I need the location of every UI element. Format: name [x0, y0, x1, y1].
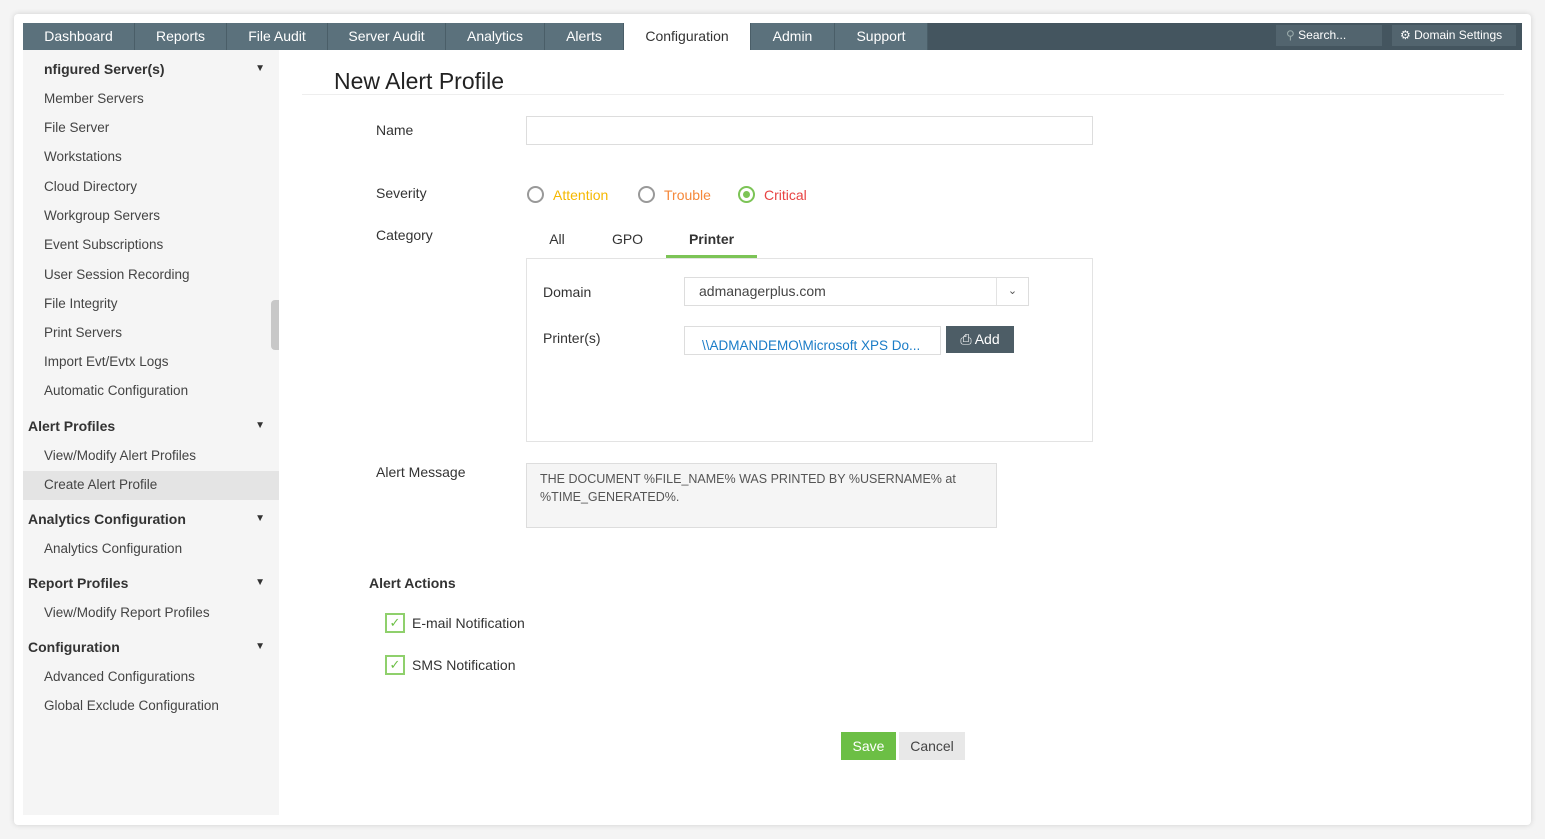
- page-title: New Alert Profile: [334, 68, 505, 94]
- tab-support[interactable]: Support: [835, 23, 928, 50]
- sidebar-item-print-servers[interactable]: Print Servers: [23, 319, 279, 347]
- sidebar-section-configured-servers[interactable]: nfigured Server(s) ▼: [23, 55, 279, 83]
- domain-settings-label: Domain Settings: [1414, 28, 1503, 42]
- gear-icon: ⚙: [1400, 28, 1411, 42]
- section-label: Analytics Configuration: [28, 511, 186, 527]
- caret-down-icon: ▼: [255, 513, 265, 524]
- sidebar-item-automatic-configuration[interactable]: Automatic Configuration: [23, 377, 279, 405]
- printer-chip[interactable]: \\ADMANDEMO\Microsoft XPS Do...: [684, 326, 941, 355]
- sidebar-item-analytics-configuration[interactable]: Analytics Configuration: [23, 535, 279, 563]
- section-label: Configuration: [28, 639, 120, 655]
- caret-down-icon: ▼: [255, 63, 265, 74]
- tab-configuration[interactable]: Configuration: [624, 23, 751, 50]
- tab-file-audit[interactable]: File Audit: [227, 23, 328, 50]
- section-label: Report Profiles: [28, 575, 129, 591]
- sidebar-item-event-subscriptions[interactable]: Event Subscriptions: [23, 231, 279, 259]
- sidebar-item-user-session-recording[interactable]: User Session Recording: [23, 261, 279, 289]
- printers-label: Printer(s): [543, 330, 601, 346]
- sidebar-item-advanced-configurations[interactable]: Advanced Configurations: [23, 663, 279, 691]
- sidebar-item-view-alert-profiles[interactable]: View/Modify Alert Profiles: [23, 442, 279, 470]
- cancel-button[interactable]: Cancel: [899, 732, 965, 760]
- tab-admin[interactable]: Admin: [751, 23, 835, 50]
- sidebar: nfigured Server(s) ▼ Member Servers File …: [23, 50, 279, 815]
- domain-settings-button[interactable]: ⚙ Domain Settings: [1392, 25, 1516, 46]
- save-button[interactable]: Save: [841, 732, 896, 760]
- sidebar-section-analytics-configuration[interactable]: Analytics Configuration ▼: [23, 505, 279, 533]
- severity-critical-radio[interactable]: Critical: [738, 186, 807, 203]
- caret-down-icon: ▼: [255, 577, 265, 588]
- severity-label: Severity: [376, 185, 427, 201]
- sidebar-item-cloud-directory[interactable]: Cloud Directory: [23, 173, 279, 201]
- search-input[interactable]: ⚲ Search...: [1276, 25, 1382, 46]
- sms-notification-checkbox[interactable]: ✓: [385, 655, 405, 675]
- severity-trouble-radio[interactable]: Trouble: [638, 186, 711, 203]
- sidebar-item-global-exclude[interactable]: Global Exclude Configuration: [23, 692, 279, 720]
- category-tab-all[interactable]: All: [532, 226, 582, 258]
- add-label: Add: [974, 331, 1000, 347]
- sms-notification-label: SMS Notification: [412, 657, 516, 673]
- tab-reports[interactable]: Reports: [135, 23, 227, 50]
- sidebar-item-view-report-profiles[interactable]: View/Modify Report Profiles: [23, 599, 279, 627]
- top-nav: Dashboard Reports File Audit Server Audi…: [23, 23, 1522, 50]
- tab-analytics[interactable]: Analytics: [446, 23, 545, 50]
- sidebar-section-configuration[interactable]: Configuration ▼: [23, 633, 279, 661]
- search-icon: ⚲: [1286, 28, 1295, 42]
- category-label: Category: [376, 227, 433, 243]
- tab-alerts[interactable]: Alerts: [545, 23, 624, 50]
- chevron-down-icon[interactable]: ⌄: [996, 278, 1028, 305]
- email-notification-label: E-mail Notification: [412, 615, 525, 631]
- radio-label: Critical: [764, 186, 807, 203]
- divider: [302, 94, 1504, 95]
- sidebar-item-member-servers[interactable]: Member Servers: [23, 85, 279, 113]
- search-placeholder: Search...: [1298, 28, 1347, 42]
- domain-label: Domain: [543, 284, 592, 300]
- sidebar-item-workgroup-servers[interactable]: Workgroup Servers: [23, 202, 279, 230]
- printer-icon: ⎙: [960, 331, 972, 347]
- section-label: Alert Profiles: [28, 418, 116, 434]
- section-label: nfigured Server(s): [44, 61, 165, 77]
- radio-label: Trouble: [664, 186, 711, 203]
- radio-icon: [527, 186, 544, 203]
- alert-actions-heading: Alert Actions: [369, 575, 456, 591]
- sidebar-item-import-logs[interactable]: Import Evt/Evtx Logs: [23, 348, 279, 376]
- domain-value: admanagerplus.com: [699, 283, 826, 299]
- add-printer-button[interactable]: ⎙ Add: [946, 326, 1014, 353]
- name-label: Name: [376, 122, 414, 138]
- email-notification-checkbox[interactable]: ✓: [385, 613, 405, 633]
- alert-message-textarea[interactable]: THE DOCUMENT %FILE_NAME% WAS PRINTED BY …: [526, 463, 997, 528]
- caret-down-icon: ▼: [255, 641, 265, 652]
- radio-icon: [638, 186, 655, 203]
- radio-selected-icon: [738, 186, 755, 203]
- alert-message-label: Alert Message: [376, 464, 466, 480]
- sidebar-item-file-server[interactable]: File Server: [23, 114, 279, 142]
- sidebar-item-workstations[interactable]: Workstations: [23, 143, 279, 171]
- name-input[interactable]: [526, 116, 1093, 145]
- sidebar-item-file-integrity[interactable]: File Integrity: [23, 290, 279, 318]
- sidebar-section-alert-profiles[interactable]: Alert Profiles ▼: [23, 412, 279, 440]
- sidebar-collapse-handle[interactable]: [271, 300, 279, 350]
- tab-server-audit[interactable]: Server Audit: [328, 23, 446, 50]
- caret-down-icon: ▼: [255, 420, 265, 431]
- radio-label: Attention: [553, 186, 609, 203]
- severity-attention-radio[interactable]: Attention: [527, 186, 608, 203]
- category-tab-printer[interactable]: Printer: [666, 226, 757, 258]
- sidebar-item-create-alert-profile[interactable]: Create Alert Profile: [23, 471, 279, 500]
- tab-dashboard[interactable]: Dashboard: [23, 23, 135, 50]
- sidebar-section-report-profiles[interactable]: Report Profiles ▼: [23, 569, 279, 597]
- domain-select[interactable]: admanagerplus.com ⌄: [684, 277, 1029, 306]
- category-tab-gpo[interactable]: GPO: [600, 226, 655, 258]
